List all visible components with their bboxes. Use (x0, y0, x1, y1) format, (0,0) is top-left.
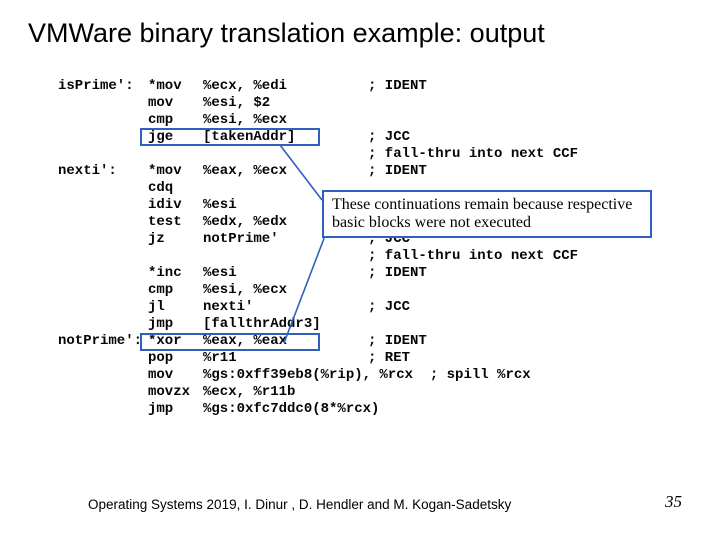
code-row: jmp[fallthrAddr3] (58, 316, 578, 333)
page-number: 35 (665, 492, 682, 512)
code-row: nexti':*mov%eax, %ecx; IDENT (58, 163, 578, 180)
code-row: mov%esi, $2 (58, 95, 578, 112)
code-row: pop%r11; RET (58, 350, 578, 367)
code-row: isPrime':*mov%ecx, %edi; IDENT (58, 78, 578, 95)
code-row: movzx%ecx, %r11b (58, 384, 578, 401)
code-row: jlnexti'; JCC (58, 299, 578, 316)
code-row: jmp%gs:0xfc7ddc0(8*%rcx) (58, 401, 578, 418)
code-row: cmp%esi, %ecx (58, 282, 578, 299)
slide-title: VMWare binary translation example: outpu… (28, 18, 545, 49)
code-row: mov%gs:0xff39eb8(%rip), %rcx ; spill %rc… (58, 367, 578, 384)
callout-box: These continuations remain because respe… (322, 190, 652, 238)
highlight-box-jmp (140, 333, 320, 351)
code-row: *inc%esi; IDENT (58, 265, 578, 282)
callout-text: These continuations remain because respe… (332, 196, 632, 231)
code-row: ; fall-thru into next CCF (58, 146, 578, 163)
code-row: ; fall-thru into next CCF (58, 248, 578, 265)
code-row: cmp%esi, %ecx (58, 112, 578, 129)
footer-text: Operating Systems 2019, I. Dinur , D. He… (88, 497, 511, 512)
highlight-box-jge (140, 128, 320, 146)
